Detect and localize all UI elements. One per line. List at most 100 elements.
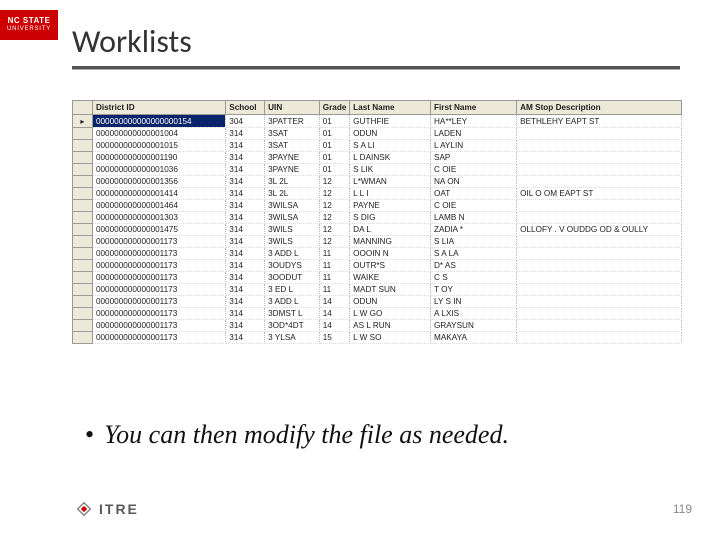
cell-school: 314	[226, 332, 265, 344]
cell-first: LY S IN	[431, 296, 517, 308]
cell-am	[517, 284, 682, 296]
table-row: 0000000000000011733143OUDYS11OUTR*SD* AS	[73, 260, 682, 272]
cell-grade: 01	[319, 128, 349, 140]
cell-first: S A LA	[431, 248, 517, 260]
table-row: 0000000000000013033143WILSA12S DIGLAMB N	[73, 212, 682, 224]
row-marker	[73, 200, 93, 212]
cell-am	[517, 236, 682, 248]
cell-am	[517, 176, 682, 188]
row-marker	[73, 332, 93, 344]
worklist-table-wrap: District ID School UIN Grade Last Name F…	[72, 100, 682, 360]
cell-last: L L I	[350, 188, 431, 200]
cell-grade: 14	[319, 308, 349, 320]
cell-first: A LXIS	[431, 308, 517, 320]
cell-first: C S	[431, 272, 517, 284]
cell-district: 000000000000001303	[92, 212, 225, 224]
row-marker	[73, 308, 93, 320]
cell-school: 314	[226, 176, 265, 188]
cell-last: ODUN	[350, 296, 431, 308]
cell-am	[517, 152, 682, 164]
table-row: 0000000000000014753143WILS12DA LZADIA *O…	[73, 224, 682, 236]
cell-am	[517, 332, 682, 344]
cell-last: L*WMAN	[350, 176, 431, 188]
table-row: 0000000000000011733143 ADD L11OOOIN NS A…	[73, 248, 682, 260]
cell-uin: 3SAT	[265, 140, 320, 152]
cell-first: GRAYSUN	[431, 320, 517, 332]
cell-grade: 11	[319, 284, 349, 296]
cell-am: OLLOFY . V OUDDG OD & OULLY	[517, 224, 682, 236]
col-marker	[73, 101, 93, 115]
col-first: First Name	[431, 101, 517, 115]
worklist-tbody: ▸0000000000000000001543043PATTER01GUTHFI…	[73, 115, 682, 344]
cell-uin: 3 ADD L	[265, 248, 320, 260]
cell-district: 000000000000001173	[92, 284, 225, 296]
cell-first: LADEN	[431, 128, 517, 140]
cell-school: 314	[226, 200, 265, 212]
footer-logo: ITRE	[75, 500, 139, 518]
cell-am	[517, 320, 682, 332]
row-marker	[73, 236, 93, 248]
cell-school: 314	[226, 188, 265, 200]
cell-am	[517, 248, 682, 260]
cell-uin: 3L 2L	[265, 188, 320, 200]
row-marker	[73, 188, 93, 200]
cell-grade: 11	[319, 248, 349, 260]
cell-district: 000000000000001173	[92, 308, 225, 320]
col-district: District ID	[92, 101, 225, 115]
cell-district: 000000000000000000154	[92, 115, 225, 128]
cell-school: 314	[226, 236, 265, 248]
cell-uin: 3PAYNE	[265, 152, 320, 164]
cell-last: ODUN	[350, 128, 431, 140]
cell-last: GUTHFIE	[350, 115, 431, 128]
cell-district: 000000000000001173	[92, 236, 225, 248]
cell-am	[517, 128, 682, 140]
cell-school: 314	[226, 140, 265, 152]
cell-grade: 14	[319, 296, 349, 308]
cell-district: 000000000000001190	[92, 152, 225, 164]
cell-district: 000000000000001475	[92, 224, 225, 236]
footer-logo-text: ITRE	[99, 501, 139, 517]
cell-last: WAIKE	[350, 272, 431, 284]
cell-district: 000000000000001173	[92, 248, 225, 260]
cell-last: S A LI	[350, 140, 431, 152]
cell-am	[517, 200, 682, 212]
cell-last: PAYNE	[350, 200, 431, 212]
slide-title: Worklists	[72, 22, 680, 61]
cell-first: C OIE	[431, 200, 517, 212]
table-row: 0000000000000011733143 ADD L14ODUNLY S I…	[73, 296, 682, 308]
table-row: 0000000000000011733143WILS12MANNINGS LIA	[73, 236, 682, 248]
table-row: 0000000000000011733143DMST L14L W GOA LX…	[73, 308, 682, 320]
cell-am	[517, 164, 682, 176]
table-row: 0000000000000011903143PAYNE01L DAINSKSAP	[73, 152, 682, 164]
cell-first: HA**LEY	[431, 115, 517, 128]
cell-last: MANNING	[350, 236, 431, 248]
cell-district: 000000000000001356	[92, 176, 225, 188]
cell-uin: 3OUDYS	[265, 260, 320, 272]
row-marker	[73, 260, 93, 272]
bullet-text: You can then modify the file as needed.	[104, 420, 509, 449]
cell-first: T OY	[431, 284, 517, 296]
row-marker	[73, 224, 93, 236]
cell-last: L W GO	[350, 308, 431, 320]
cell-grade: 11	[319, 260, 349, 272]
table-row: 0000000000000011733143OODUT11WAIKEC S	[73, 272, 682, 284]
row-marker	[73, 152, 93, 164]
title-underline	[72, 66, 680, 70]
cell-first: S LIA	[431, 236, 517, 248]
table-row: ▸0000000000000000001543043PATTER01GUTHFI…	[73, 115, 682, 128]
cell-uin: 3 YLSA	[265, 332, 320, 344]
col-grade: Grade	[319, 101, 349, 115]
cell-uin: 3WILSA	[265, 200, 320, 212]
cell-last: DA L	[350, 224, 431, 236]
cell-am	[517, 272, 682, 284]
cell-school: 314	[226, 212, 265, 224]
cell-district: 000000000000001036	[92, 164, 225, 176]
cell-grade: 14	[319, 320, 349, 332]
cell-school: 314	[226, 272, 265, 284]
table-row: 0000000000000011733143 YLSA15L W SOMAKAY…	[73, 332, 682, 344]
row-marker	[73, 212, 93, 224]
col-uin: UIN	[265, 101, 320, 115]
cell-last: OOOIN N	[350, 248, 431, 260]
cell-last: S DIG	[350, 212, 431, 224]
cell-last: MADT SUN	[350, 284, 431, 296]
